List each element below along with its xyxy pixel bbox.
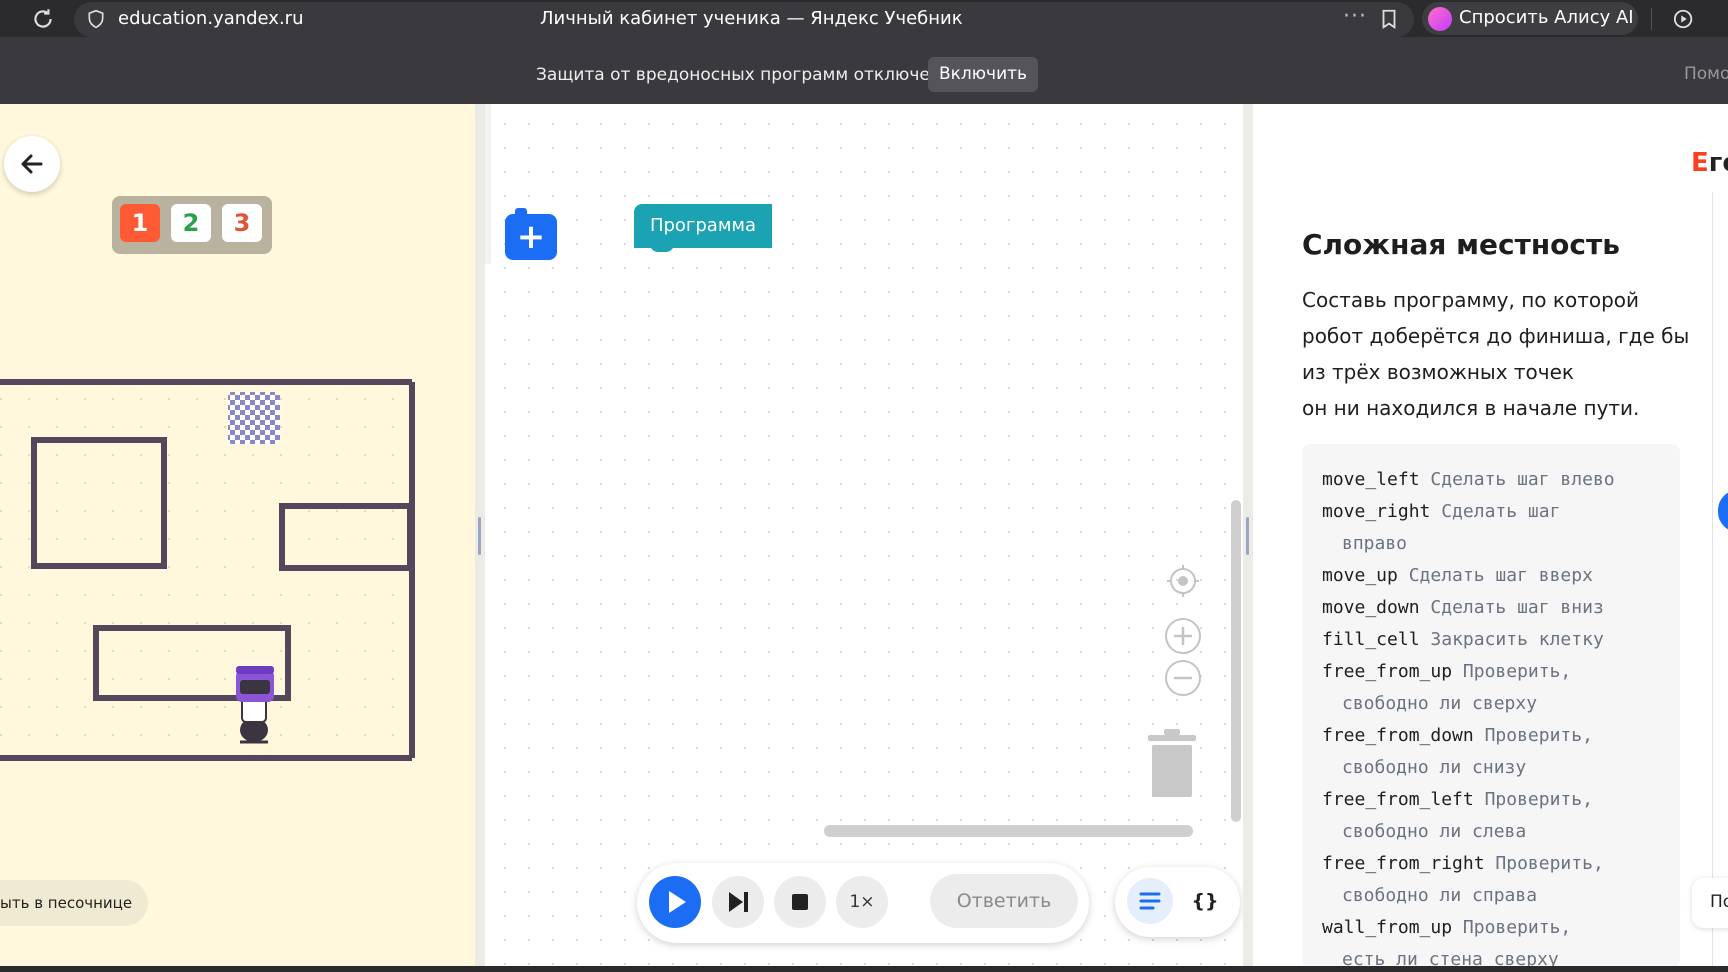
plus-icon: + — [516, 217, 546, 257]
command-name: move_up — [1322, 565, 1398, 586]
security-message: Защита от вредоносных программ отключена — [536, 65, 952, 85]
right-splitter-handle[interactable] — [1246, 517, 1249, 555]
video-play-icon[interactable] — [1672, 8, 1696, 30]
command-desc: Проверить, — [1484, 789, 1593, 810]
command-desc-continued: свободно ли слева — [1342, 821, 1527, 842]
command-name: free_from_up — [1322, 661, 1453, 682]
command-name: free_from_left — [1322, 789, 1474, 810]
command-name: move_left — [1322, 469, 1420, 490]
command-name: move_right — [1322, 501, 1431, 522]
run-button[interactable] — [649, 876, 701, 928]
zoom-out-icon[interactable] — [1163, 658, 1203, 698]
blocks-view-button[interactable] — [1127, 878, 1173, 924]
task-text-line: он ни находился в начале пути. — [1302, 396, 1640, 420]
command-item: move_down Сделать шаг вниз — [1322, 592, 1682, 624]
side-help-label: По — [1710, 892, 1728, 912]
command-desc: Проверить, — [1462, 661, 1572, 682]
arrow-left-icon — [21, 154, 43, 174]
command-name: wall_from_up — [1322, 917, 1453, 938]
brand-logo-rest: го — [1708, 148, 1728, 178]
speed-button[interactable]: 1× — [836, 876, 888, 928]
command-desc: Сделать шаг — [1441, 501, 1561, 522]
toolbar-separator — [1651, 8, 1652, 30]
task-text-line: из трёх возможных точек — [1302, 360, 1574, 384]
app-root: education.yandex.ru Личный кабинет учени… — [0, 0, 1728, 972]
finish-cell — [228, 392, 280, 444]
command-desc-continued: свободно ли справа — [1342, 885, 1538, 906]
toolbox-strip — [485, 104, 491, 264]
command-desc-continued: вправо — [1342, 533, 1408, 554]
level-3-button[interactable]: 3 — [222, 204, 262, 242]
zoom-in-icon[interactable] — [1163, 616, 1203, 656]
command-desc: Сделать шаг влево — [1430, 469, 1615, 490]
brand-logo: Его — [1691, 148, 1728, 178]
brand-logo-first: Е — [1691, 148, 1709, 178]
command-desc: Закрасить клетку — [1430, 629, 1604, 650]
command-item: free_from_right Проверить, — [1322, 848, 1682, 880]
open-sandbox-label: ыть в песочнице — [0, 894, 133, 912]
workspace-horizontal-scrollbar[interactable] — [824, 825, 1193, 837]
command-item: move_right Сделать шаг — [1322, 496, 1682, 528]
task-text-line: Составь программу, по которой — [1302, 288, 1640, 312]
command-item: free_from_up Проверить, — [1322, 656, 1682, 688]
level-1-button[interactable]: 1 — [120, 204, 160, 242]
command-desc: Сделать шаг вверх — [1408, 565, 1593, 586]
command-item: move_up Сделать шаг вверх — [1322, 560, 1682, 592]
shield-icon[interactable] — [86, 9, 106, 29]
list-icon — [1139, 892, 1161, 910]
maze-board — [0, 378, 415, 761]
command-name: fill_cell — [1322, 629, 1420, 650]
left-splitter-handle[interactable] — [478, 517, 481, 555]
more-icon[interactable]: ··· — [1343, 4, 1367, 29]
reload-icon[interactable] — [30, 6, 56, 32]
alice-icon — [1428, 7, 1452, 31]
command-desc: Проверить, — [1484, 725, 1593, 746]
play-icon — [669, 891, 686, 913]
command-item: free_from_left Проверить, — [1322, 784, 1682, 816]
recenter-icon[interactable] — [1165, 563, 1201, 599]
panel-edge — [1712, 192, 1713, 968]
command-desc: Проверить, — [1495, 853, 1604, 874]
command-name: move_down — [1322, 597, 1420, 618]
enable-protection-button[interactable]: Включить — [928, 57, 1038, 92]
trash-icon[interactable] — [1146, 727, 1200, 799]
command-item: fill_cell Закрасить клетку — [1322, 624, 1682, 656]
task-text-line: робот доберётся до финиша, где бы — [1302, 324, 1690, 348]
command-desc: Проверить, — [1462, 917, 1572, 938]
command-desc-continued: свободно ли снизу — [1342, 757, 1527, 778]
security-infobar: Защита от вредоносных программ отключена… — [0, 37, 1728, 104]
command-item: wall_from_up Проверить, — [1322, 912, 1682, 944]
command-desc: Сделать шаг вниз — [1430, 597, 1604, 618]
level-2-button[interactable]: 2 — [171, 204, 211, 242]
command-name: free_from_down — [1322, 725, 1474, 746]
task-description: Составь программу, по которой робот добе… — [1302, 282, 1692, 426]
step-button[interactable] — [712, 876, 764, 928]
code-view-icon[interactable]: {} — [1182, 878, 1228, 924]
stop-button[interactable] — [774, 876, 826, 928]
task-title: Сложная местность — [1302, 228, 1620, 261]
stop-icon — [792, 894, 808, 910]
workspace-vertical-scrollbar[interactable] — [1231, 500, 1241, 822]
bookmark-icon[interactable] — [1378, 8, 1400, 30]
command-item: free_from_down Проверить, — [1322, 720, 1682, 752]
blocks-workspace[interactable] — [485, 104, 1243, 968]
answer-button[interactable]: Ответить — [930, 874, 1078, 928]
command-desc-continued: свободно ли сверху — [1342, 693, 1538, 714]
commands-list: move_left Сделать шаг влево move_right С… — [1322, 464, 1682, 972]
url-text[interactable]: education.yandex.ru — [118, 8, 304, 29]
step-forward-icon — [729, 892, 748, 912]
bottom-bar — [0, 966, 1728, 972]
page-title: Личный кабинет ученика — Яндекс Учебник — [540, 8, 963, 29]
command-item: move_left Сделать шаг влево — [1322, 464, 1682, 496]
help-link[interactable]: Помо — [1684, 64, 1728, 84]
program-block-label: Программа — [649, 215, 757, 236]
back-button[interactable] — [4, 136, 60, 192]
command-name: free_from_right — [1322, 853, 1485, 874]
level-selector: 1 2 3 — [112, 196, 272, 254]
ask-alice-label: Спросить Алису AI — [1459, 7, 1634, 28]
